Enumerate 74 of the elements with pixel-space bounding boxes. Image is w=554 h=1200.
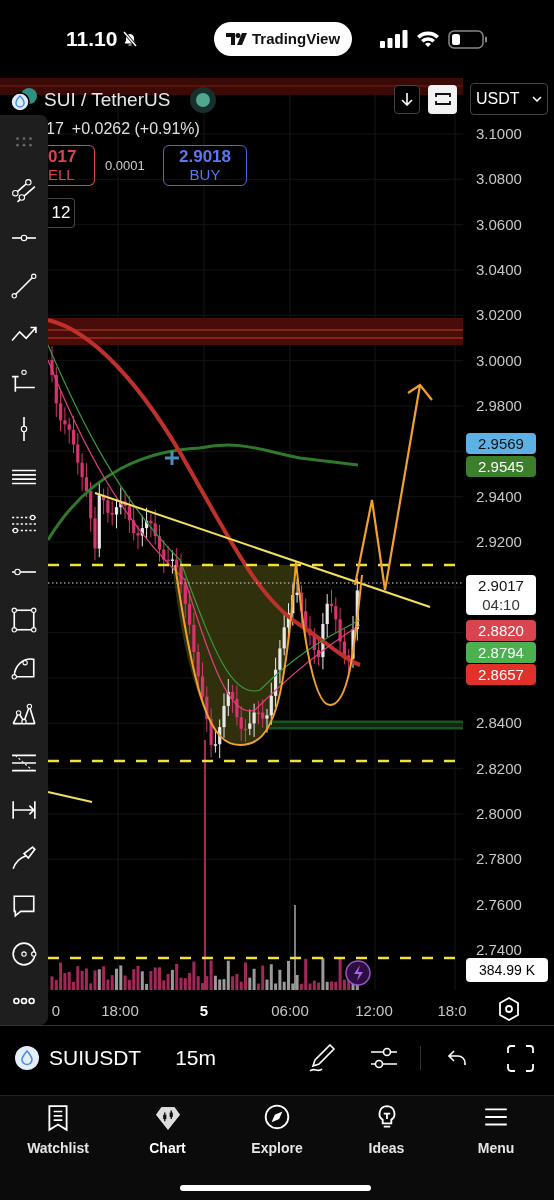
time-label: 12:00	[355, 1001, 393, 1021]
position-icon[interactable]	[11, 368, 37, 395]
symbol-button[interactable]: SUIUSDT	[49, 1042, 142, 1074]
price-label: 3.0000	[476, 351, 522, 370]
nav-tab[interactable]: Chart	[127, 1104, 208, 1159]
trend-line	[47, 791, 93, 803]
interval-box: 12	[48, 198, 75, 228]
price-badge: 2.9017 04:10	[466, 575, 536, 615]
price-label: 2.7400	[476, 940, 522, 959]
app-pill[interactable]: TradingView	[214, 22, 353, 56]
bell-muted-icon	[121, 30, 140, 48]
price-label: 2.9200	[476, 532, 522, 551]
arrow-down-icon	[401, 92, 413, 106]
price-label: 3.0800	[476, 170, 522, 189]
price-change: +0.0262 (+0.91%)	[71, 119, 200, 139]
lightning-icon	[345, 960, 371, 986]
settings-icon[interactable]	[498, 997, 520, 1021]
symbol-title: SUI / TetherUS	[44, 88, 171, 112]
brush-icon[interactable]	[11, 845, 37, 872]
undo-icon[interactable]	[447, 1049, 467, 1067]
wifi-icon	[416, 30, 440, 48]
signal-icon	[380, 30, 408, 48]
line-icon[interactable]	[11, 272, 37, 299]
rectangle-icon[interactable]	[11, 606, 37, 633]
expand-icon	[434, 92, 451, 106]
coin-icon	[10, 87, 38, 114]
price-badge: 2.9545	[466, 456, 536, 477]
price-label: 3.0200	[476, 306, 522, 325]
time-label: 5	[199, 1001, 209, 1021]
price-label: 2.7800	[476, 850, 522, 869]
price-label: 2.9800	[476, 396, 522, 415]
price-label: 2.7600	[476, 895, 522, 914]
nav-tab[interactable]: Ideas	[346, 1104, 427, 1159]
logo-icon	[226, 33, 248, 45]
price-badge: 2.9569	[466, 433, 536, 454]
chevron-down-icon	[532, 96, 542, 102]
sliders-icon[interactable]	[370, 1046, 398, 1070]
buy-button[interactable]: 2.9018 BUY	[163, 145, 247, 186]
price-badge: 2.8820	[466, 620, 536, 641]
last-price-digits: 17	[46, 119, 64, 139]
circle-icon[interactable]	[11, 940, 37, 967]
price-label: 3.0400	[476, 261, 522, 279]
time-label: 18:00	[101, 1001, 139, 1021]
price-label: 2.8200	[476, 759, 522, 778]
trend-lines-icon[interactable]	[11, 177, 37, 204]
price-label: 2.9400	[476, 487, 522, 506]
volume-label: 384.99 K	[466, 958, 548, 982]
nav-tab[interactable]: Menu	[456, 1104, 536, 1159]
candles-icon	[154, 1104, 181, 1132]
status-time: 11.10	[66, 26, 118, 53]
crosshair-marker-icon	[163, 449, 181, 467]
currency-dropdown[interactable]: USDT	[470, 83, 548, 115]
price-badge: 2.8794	[466, 642, 536, 663]
time-label: 06:00	[271, 1001, 309, 1021]
time-label: 0	[51, 1001, 61, 1021]
interval-button[interactable]: 15m	[175, 1042, 217, 1074]
bookmark-list-icon	[45, 1104, 71, 1132]
nav-tab[interactable]: Explore	[237, 1104, 317, 1159]
fullscreen-icon[interactable]	[507, 1044, 534, 1072]
battery-icon	[448, 29, 488, 49]
compass-icon	[264, 1104, 290, 1132]
scroll-down-button[interactable]	[394, 84, 420, 114]
spread-value: 0.0001	[105, 156, 146, 175]
callout-icon[interactable]	[11, 892, 37, 919]
time-label: 18:0	[437, 1001, 467, 1021]
fullscreen-button[interactable]	[428, 84, 457, 114]
pen-icon[interactable]	[308, 1043, 336, 1073]
price-badge: 2.8657	[466, 664, 536, 685]
price-label: 2.8000	[476, 804, 522, 823]
coin-icon	[15, 1046, 39, 1070]
price-label: 3.0600	[476, 215, 522, 234]
price-label: 3.1000	[476, 125, 522, 143]
nav-tab[interactable]: Watchlist	[18, 1104, 98, 1159]
price-label: 2.8400	[476, 714, 522, 733]
